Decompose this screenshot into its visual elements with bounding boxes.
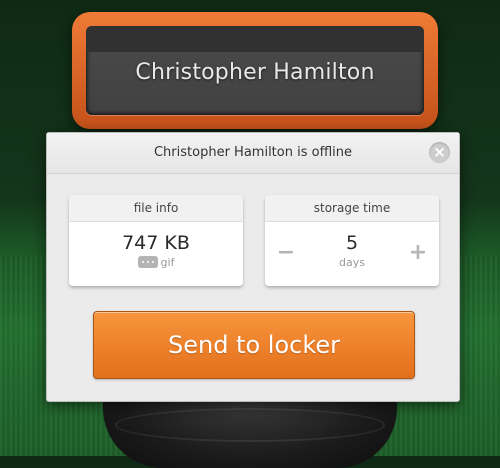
close-icon[interactable]: ×: [429, 142, 450, 163]
locker-base-ring: [115, 408, 385, 442]
file-info-header: file info: [69, 195, 243, 222]
file-size: 747 KB: [122, 232, 190, 254]
file-type: gif: [160, 256, 175, 269]
dialog-title: Christopher Hamilton is offline: [153, 145, 352, 160]
increment-button[interactable]: +: [406, 242, 430, 266]
file-type-icon: [137, 256, 158, 268]
locker-nameplate: Christopher Hamilton: [86, 26, 424, 115]
send-dialog: Christopher Hamilton is offline × file i…: [46, 132, 460, 402]
locker-base: [103, 398, 397, 468]
locker-owner-name: Christopher Hamilton: [135, 60, 375, 85]
file-info-card: file info 747 KB gif: [69, 195, 243, 286]
file-type-row: gif: [69, 256, 243, 269]
dialog-header: Christopher Hamilton is offline ×: [47, 133, 459, 174]
storage-time-header: storage time: [265, 195, 439, 222]
storage-time-card: storage time − 5 days +: [265, 195, 439, 286]
locker-frame: Christopher Hamilton: [72, 12, 438, 129]
nameplate-band: [86, 26, 424, 52]
send-to-locker-button[interactable]: Send to locker: [93, 311, 415, 379]
